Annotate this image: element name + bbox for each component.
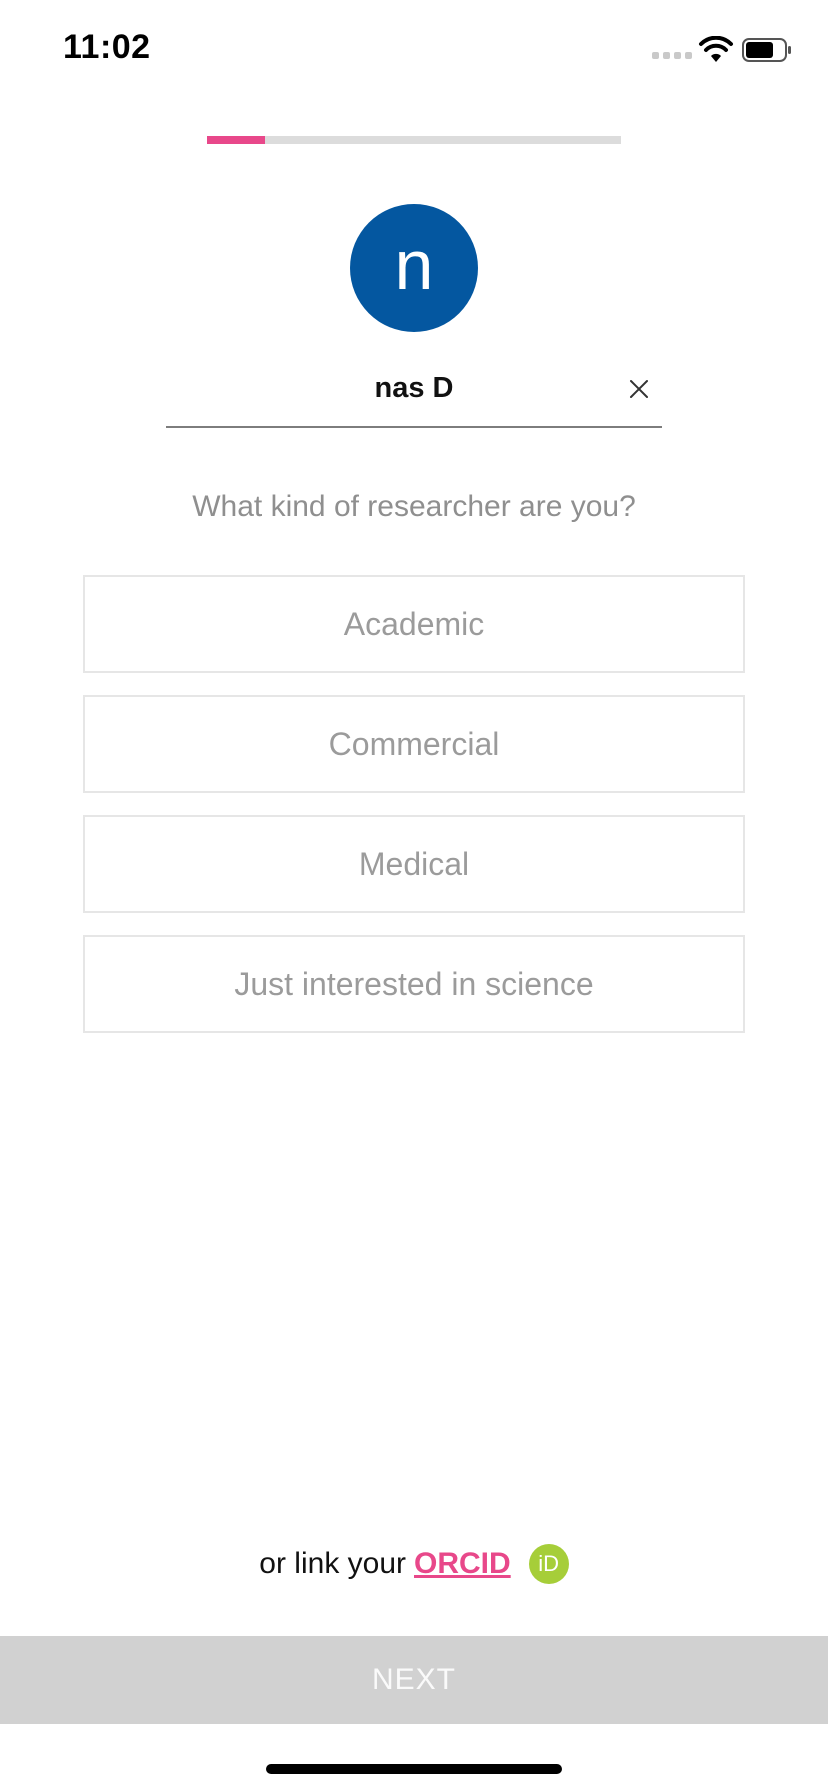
cellular-signal-icon	[652, 52, 692, 59]
avatar: n	[350, 204, 478, 332]
close-icon[interactable]	[628, 378, 650, 400]
option-label: Commercial	[328, 725, 500, 762]
progress-fill	[207, 136, 265, 144]
option-commercial[interactable]: Commercial	[83, 695, 745, 793]
battery-icon	[742, 38, 791, 62]
avatar-initial: n	[394, 226, 434, 304]
name-value[interactable]: nas D	[166, 372, 662, 405]
option-medical[interactable]: Medical	[83, 815, 745, 913]
name-field[interactable]: nas D	[166, 360, 662, 428]
option-academic[interactable]: Academic	[83, 575, 745, 673]
next-button[interactable]: NEXT	[0, 1636, 828, 1724]
orcid-link[interactable]: ORCID	[414, 1547, 511, 1581]
option-just-interested-in-science[interactable]: Just interested in science	[83, 935, 745, 1033]
wifi-icon	[699, 36, 733, 62]
option-label: Academic	[343, 605, 485, 642]
orcid-icon-label: iD	[538, 1551, 560, 1576]
researcher-type-question: What kind of researcher are you?	[192, 490, 636, 523]
option-label: Medical	[358, 845, 470, 882]
orcid-prefix-text: or link your	[259, 1547, 407, 1580]
next-button-label: NEXT	[371, 1663, 456, 1696]
onboarding-progress-bar	[207, 136, 621, 144]
orcid-link-row: or link your ORCID iD	[0, 1544, 828, 1584]
orcid-icon[interactable]: iD	[528, 1544, 569, 1584]
status-time: 11:02	[63, 28, 151, 66]
home-indicator	[266, 1764, 562, 1774]
status-bar: 11:02	[0, 0, 828, 100]
option-label: Just interested in science	[234, 965, 594, 1002]
